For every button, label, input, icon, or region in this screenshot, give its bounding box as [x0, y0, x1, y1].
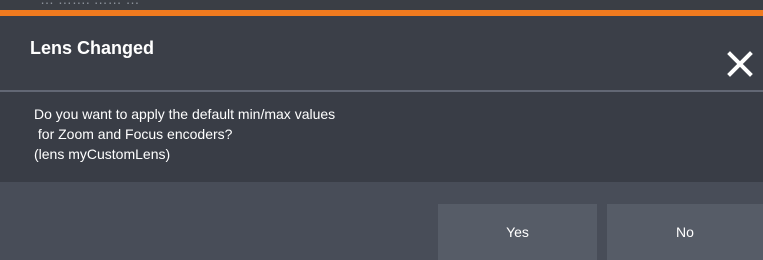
- no-button-label: No: [676, 224, 694, 240]
- yes-button-label: Yes: [506, 224, 529, 240]
- dialog-message: Do you want to apply the default min/max…: [34, 106, 336, 162]
- background-window-strip: … ……. …… …: [0, 0, 763, 10]
- dialog-header: Lens Changed: [0, 16, 763, 90]
- close-button[interactable]: [718, 46, 758, 82]
- no-button[interactable]: No: [607, 204, 763, 260]
- dialog-body: Do you want to apply the default min/max…: [0, 92, 763, 182]
- background-window-text: … ……. …… …: [40, 0, 140, 7]
- dialog-footer: Yes No: [0, 182, 763, 260]
- yes-button[interactable]: Yes: [438, 204, 597, 260]
- dialog-title: Lens Changed: [30, 38, 155, 58]
- close-icon: [727, 51, 753, 77]
